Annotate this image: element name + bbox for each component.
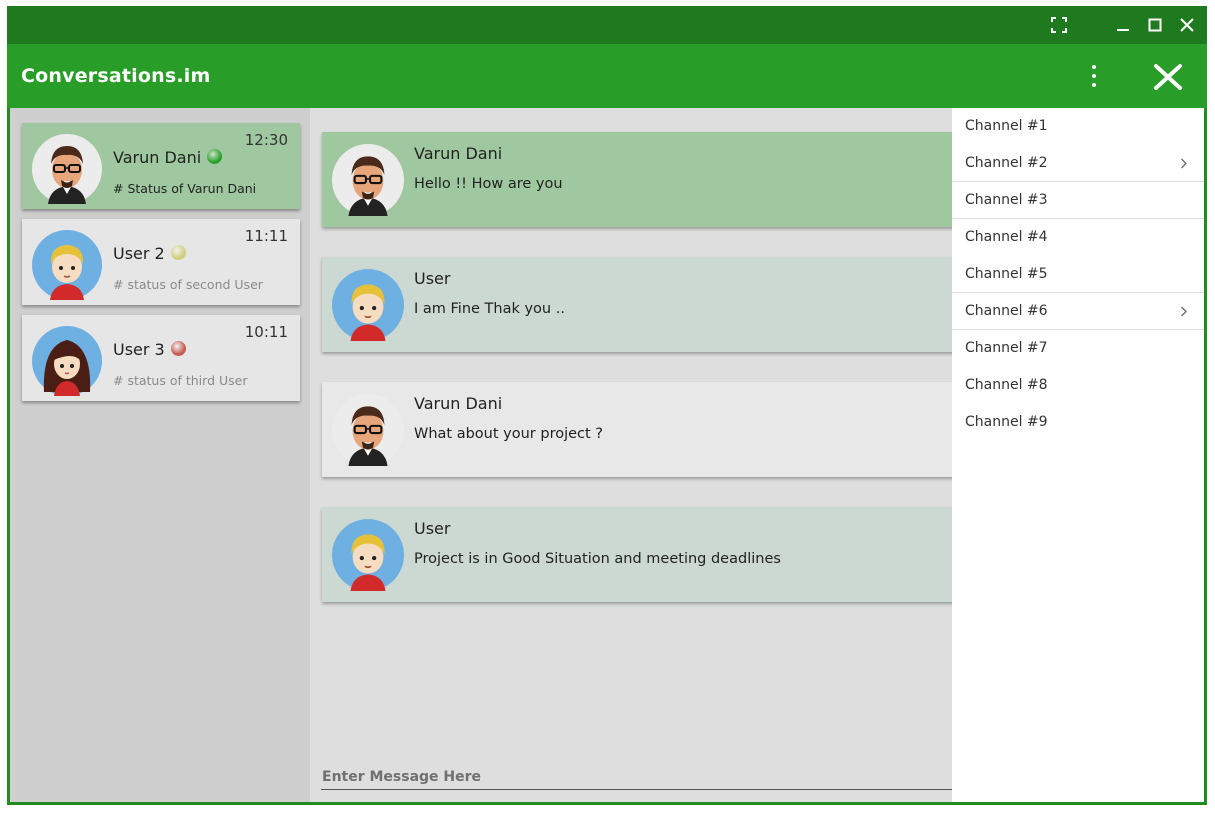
- app-title: Conversations.im: [21, 65, 211, 87]
- fullscreen-icon[interactable]: [1048, 14, 1070, 36]
- window-titlebar: [7, 6, 1207, 44]
- menu-item-label: Channel #5: [965, 266, 1048, 282]
- avatar: [332, 144, 404, 216]
- main-content: 12:30 Varun Dani # Status of Varun Dani …: [10, 108, 1204, 802]
- menu-item-channel-2[interactable]: Channel #2: [952, 145, 1204, 182]
- message-sender: User: [414, 269, 451, 288]
- menu-item-label: Channel #4: [965, 229, 1048, 245]
- message-list: Varun Dani Hello !! How are you User I a…: [310, 108, 962, 802]
- message-card: Varun Dani Hello !! How are you: [322, 132, 962, 227]
- avatar: [332, 519, 404, 591]
- menu-item-label: Channel #6: [965, 303, 1048, 319]
- message-sender: Varun Dani: [414, 394, 503, 413]
- close-icon[interactable]: [1176, 14, 1198, 36]
- menu-item-label: Channel #9: [965, 414, 1048, 430]
- app-window: Conversations.im 12:30 Varun Dani # Stat…: [7, 6, 1207, 805]
- contact-item[interactable]: 11:11 User 2 # status of second User: [22, 219, 300, 305]
- message-sender: User: [414, 519, 451, 538]
- menu-item-label: Channel #2: [965, 155, 1048, 171]
- presence-indicator: [170, 245, 186, 260]
- avatar: [32, 134, 102, 204]
- menu-item-channel-6[interactable]: Channel #6: [952, 293, 1204, 330]
- contacts-sidebar: 12:30 Varun Dani # Status of Varun Dani …: [10, 108, 310, 802]
- contact-item[interactable]: 10:11 User 3 # status of third User: [22, 315, 300, 401]
- contact-name: User 2: [113, 244, 165, 263]
- avatar: [32, 326, 102, 396]
- menu-item-label: Channel #7: [965, 340, 1048, 356]
- menu-item-label: Channel #1: [965, 118, 1048, 134]
- presence-indicator: [170, 341, 186, 356]
- message-card: User Project is in Good Situation and me…: [322, 507, 962, 602]
- channel-menu: Channel #1 Channel #2 Channel #3 Channel…: [952, 108, 1204, 802]
- contact-time: 10:11: [244, 323, 288, 341]
- more-vert-icon[interactable]: [1083, 62, 1105, 90]
- minimize-icon[interactable]: [1112, 14, 1134, 36]
- avatar: [332, 394, 404, 466]
- menu-item-channel-8[interactable]: Channel #8: [952, 367, 1204, 404]
- menu-item-channel-5[interactable]: Channel #5: [952, 256, 1204, 293]
- close-icon[interactable]: [1153, 64, 1183, 90]
- menu-item-label: Channel #3: [965, 192, 1048, 208]
- message-card: Varun Dani What about your project ?: [322, 382, 962, 477]
- contact-time: 12:30: [244, 131, 288, 149]
- avatar: [32, 230, 102, 300]
- contact-time: 11:11: [244, 227, 288, 245]
- message-text: I am Fine Thak you ..: [414, 301, 565, 317]
- menu-item-channel-7[interactable]: Channel #7: [952, 330, 1204, 367]
- avatar: [332, 269, 404, 341]
- menu-item-channel-3[interactable]: Channel #3: [952, 182, 1204, 219]
- message-text: Project is in Good Situation and meeting…: [414, 551, 781, 567]
- contact-item[interactable]: 12:30 Varun Dani # Status of Varun Dani: [22, 123, 300, 209]
- menu-item-channel-1[interactable]: Channel #1: [952, 108, 1204, 145]
- message-sender: Varun Dani: [414, 144, 503, 163]
- message-input[interactable]: [321, 764, 953, 790]
- menu-item-label: Channel #8: [965, 377, 1048, 393]
- presence-indicator: [207, 149, 223, 164]
- contact-name: Varun Dani: [113, 148, 202, 167]
- message-card: User I am Fine Thak you ..: [322, 257, 962, 352]
- contact-name: User 3: [113, 340, 165, 359]
- maximize-icon[interactable]: [1144, 14, 1166, 36]
- contact-status: # status of third User: [113, 373, 248, 388]
- message-text: Hello !! How are you: [414, 176, 563, 192]
- app-bar: Conversations.im: [7, 44, 1207, 108]
- menu-item-channel-4[interactable]: Channel #4: [952, 219, 1204, 256]
- message-text: What about your project ?: [414, 426, 603, 442]
- contact-status: # status of second User: [113, 277, 263, 292]
- contact-status: # Status of Varun Dani: [113, 181, 257, 196]
- menu-item-channel-9[interactable]: Channel #9: [952, 404, 1204, 441]
